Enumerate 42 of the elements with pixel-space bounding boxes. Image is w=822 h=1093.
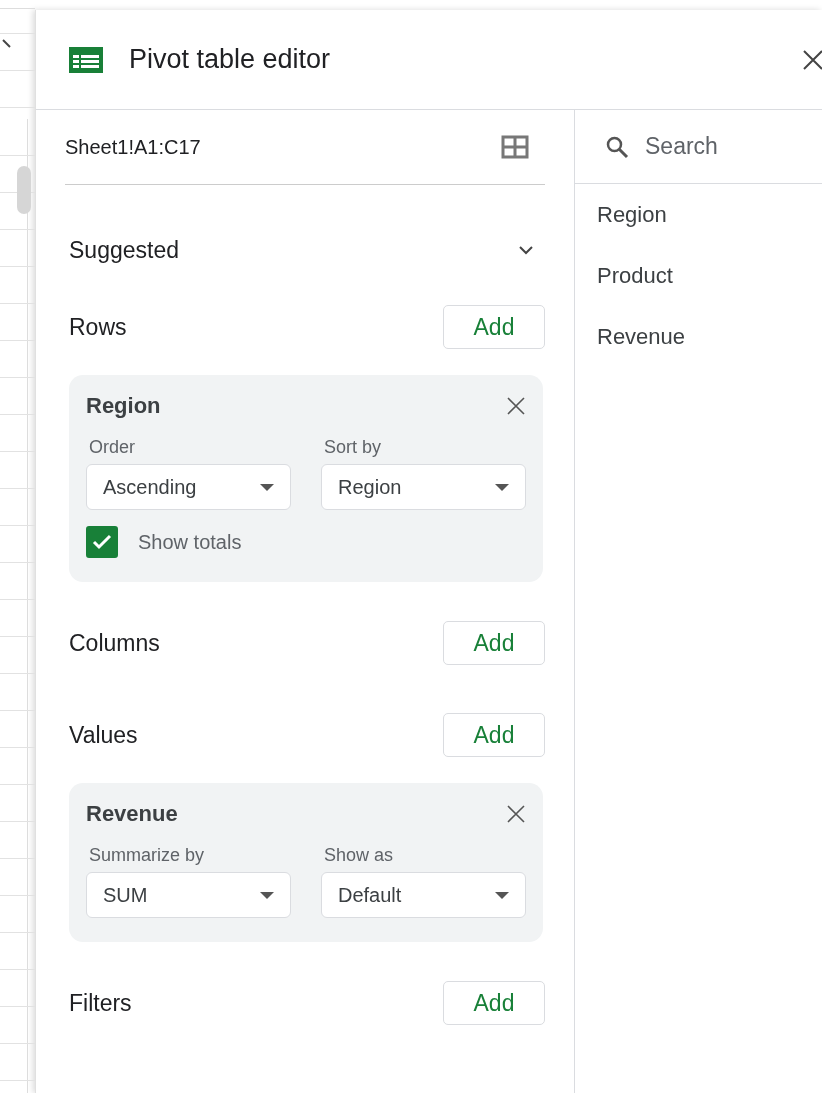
scrollbar-thumb[interactable]: [17, 166, 31, 214]
dropdown[interactable]: Default: [321, 872, 526, 918]
chevron-down-icon[interactable]: [519, 245, 533, 255]
close-icon[interactable]: [506, 396, 526, 416]
dropdown-label: Summarize by: [88, 845, 206, 866]
card-title: Region: [86, 393, 161, 419]
section-label: Columns: [69, 629, 160, 657]
add-button[interactable]: Add: [443, 981, 545, 1025]
search-field[interactable]: Search: [575, 110, 822, 184]
add-button[interactable]: Add: [443, 713, 545, 757]
close-icon[interactable]: [506, 804, 526, 824]
card-title: Revenue: [86, 801, 178, 827]
panel-title: Pivot table editor: [129, 44, 332, 75]
caret-icon: [260, 891, 274, 899]
section-label: Filters: [69, 989, 132, 1017]
suggested-label: Suggested: [69, 236, 179, 264]
add-button[interactable]: Add: [443, 621, 545, 665]
dropdown[interactable]: Ascending: [86, 464, 291, 510]
section-label: Values: [69, 721, 138, 749]
resize-icon: [2, 39, 12, 49]
dropdown[interactable]: Region: [321, 464, 526, 510]
range-field[interactable]: Sheet1!A1:C17: [65, 110, 545, 185]
check-icon: [92, 534, 112, 550]
caret-icon: [495, 891, 509, 899]
dropdown[interactable]: SUM: [86, 872, 291, 918]
table-icon: [69, 46, 103, 73]
field-item[interactable]: Revenue: [575, 306, 686, 367]
field-item[interactable]: Region: [575, 184, 667, 245]
close-icon[interactable]: [802, 48, 822, 71]
add-button[interactable]: Add: [443, 305, 545, 349]
dropdown-label: Show as: [323, 845, 395, 866]
grid-icon[interactable]: [501, 135, 529, 159]
dropdown-label: Order: [88, 437, 136, 458]
caret-icon: [260, 483, 274, 491]
caret-icon: [495, 483, 509, 491]
checkbox[interactable]: [86, 526, 118, 558]
field-item[interactable]: Product: [575, 245, 673, 306]
search-icon: [605, 134, 629, 159]
checkbox-label: Show totals: [138, 530, 242, 554]
search-input[interactable]: Search: [643, 132, 797, 161]
dropdown-label: Sort by: [323, 437, 383, 458]
section-label: Rows: [69, 313, 127, 341]
